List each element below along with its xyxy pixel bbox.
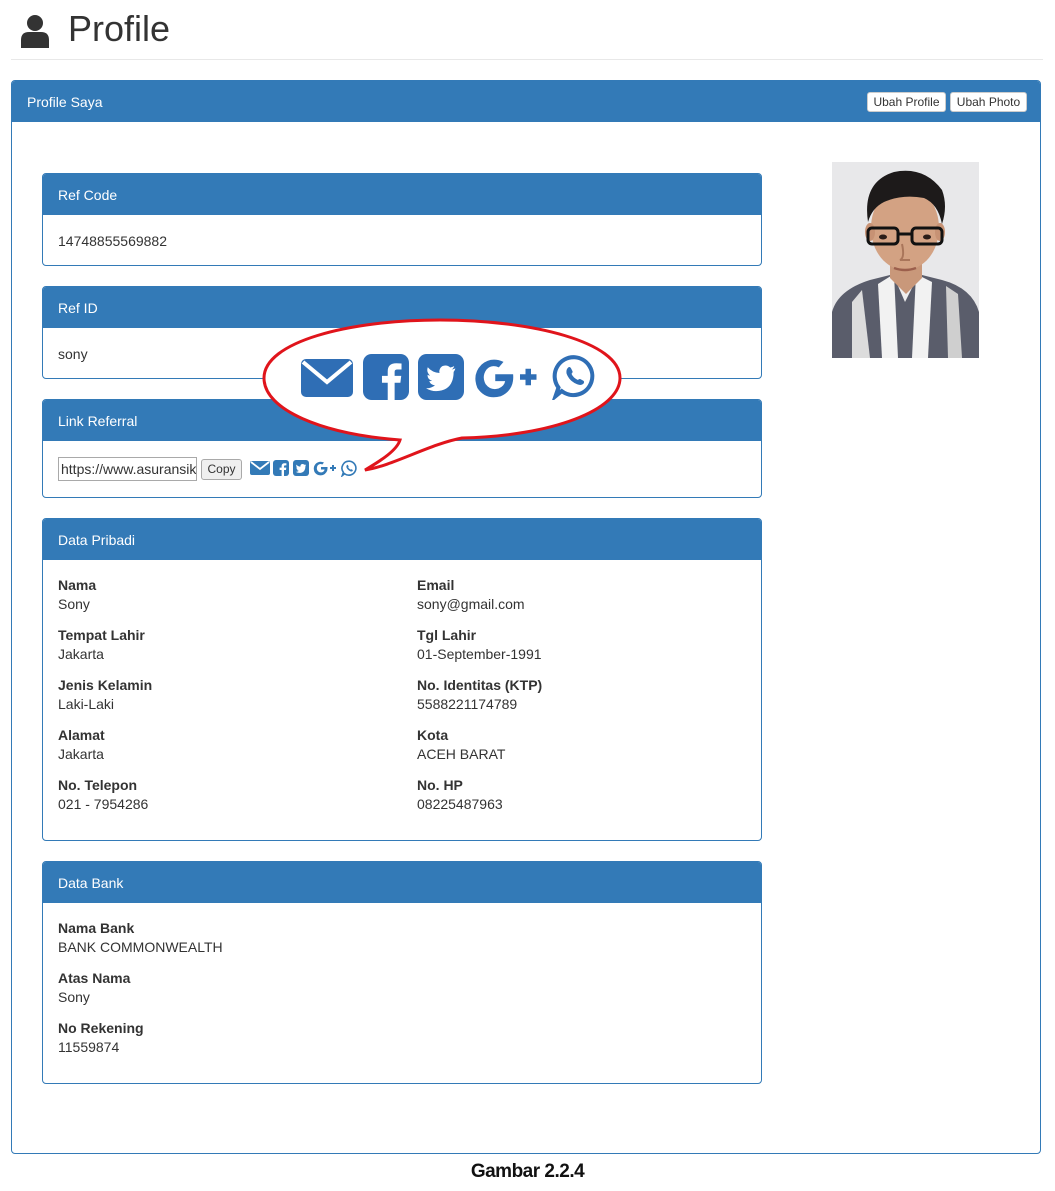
- field-no-identitas: No. Identitas (KTP) 5588221174789: [417, 677, 542, 712]
- field-value: sony@gmail.com: [417, 596, 525, 612]
- profile-panel-title: Profile Saya: [27, 94, 103, 110]
- field-value: Jakarta: [58, 646, 104, 662]
- field-label: Jenis Kelamin: [58, 677, 153, 693]
- field-label: No. Telepon: [58, 777, 138, 793]
- field-value: Sony: [58, 989, 90, 1005]
- field-tempat-lahir: Tempat Lahir Jakarta: [58, 627, 145, 662]
- profile-panel-heading: Profile Saya Ubah Profile Ubah Photo: [12, 81, 1040, 122]
- edit-photo-button[interactable]: Ubah Photo: [950, 92, 1027, 112]
- page-header: Profile: [11, 0, 1043, 60]
- field-label: Email: [417, 577, 455, 593]
- field-no-telepon: No. Telepon 021 - 7954286: [58, 777, 148, 812]
- field-label: No. Identitas (KTP): [417, 677, 543, 693]
- field-label: No. HP: [417, 777, 463, 793]
- data-bank-title: Data Bank: [58, 875, 124, 891]
- field-label: Kota: [417, 727, 449, 743]
- twitter-icon: [418, 354, 464, 400]
- field-value: 5588221174789: [417, 696, 518, 712]
- link-referral-title: Link Referral: [58, 413, 138, 429]
- field-value: 08225487963: [417, 796, 503, 812]
- field-atas-nama: Atas Nama Sony: [58, 970, 130, 1005]
- field-kota: Kota ACEH BARAT: [417, 727, 505, 762]
- field-no-hp: No. HP 08225487963: [417, 777, 503, 812]
- field-jenis-kelamin: Jenis Kelamin Laki-Laki: [58, 677, 152, 712]
- profile-photo-illustration: [832, 162, 979, 358]
- field-label: Nama: [58, 577, 97, 593]
- data-pribadi-heading: Data Pribadi: [43, 519, 761, 560]
- ref-code-value: 14748855569882: [58, 233, 168, 249]
- edit-profile-button[interactable]: Ubah Profile: [867, 92, 946, 112]
- data-pribadi-title: Data Pribadi: [58, 532, 136, 548]
- field-label: Tempat Lahir: [58, 627, 145, 643]
- field-value: 01-September-1991: [417, 646, 542, 662]
- data-bank-panel: Data Bank Nama Bank BANK COMMONWEALTH At…: [42, 861, 762, 1084]
- data-bank-heading: Data Bank: [43, 862, 761, 903]
- referral-link-input[interactable]: https://www.asuransikita: [58, 457, 197, 481]
- profile-photo: [832, 162, 979, 358]
- field-label: Atas Nama: [58, 970, 131, 986]
- ref-code-title: Ref Code: [58, 187, 118, 203]
- field-no-rekening: No Rekening 11559874: [58, 1020, 144, 1055]
- field-email: Email sony@gmail.com: [417, 577, 525, 612]
- ref-id-value: sony: [58, 346, 88, 362]
- facebook-icon: [363, 354, 409, 400]
- field-value: BANK COMMONWEALTH: [58, 939, 223, 955]
- field-value: ACEH BARAT: [417, 746, 506, 762]
- ref-id-title: Ref ID: [58, 300, 98, 316]
- field-value: Laki-Laki: [58, 696, 115, 712]
- field-tgl-lahir: Tgl Lahir 01-September-1991: [417, 627, 542, 662]
- field-alamat: Alamat Jakarta: [58, 727, 105, 762]
- figure-caption: Gambar 2.2.4: [470, 1161, 585, 1182]
- field-value: Sony: [58, 596, 90, 612]
- whatsapp-icon: [552, 355, 595, 400]
- field-value: 11559874: [58, 1039, 120, 1055]
- field-nama-bank: Nama Bank BANK COMMONWEALTH: [58, 920, 223, 955]
- field-label: No Rekening: [58, 1020, 144, 1036]
- page-title: Profile: [68, 8, 171, 49]
- ref-code-heading: Ref Code: [43, 174, 761, 215]
- field-label: Tgl Lahir: [417, 627, 477, 643]
- envelope-icon: [301, 359, 353, 397]
- field-nama: Nama Sony: [58, 577, 96, 612]
- data-pribadi-panel: Data Pribadi Nama Sony Email sony@gmail.…: [42, 518, 762, 841]
- field-label: Alamat: [58, 727, 105, 743]
- copy-button[interactable]: Copy: [201, 459, 242, 480]
- field-value: 021 - 7954286: [58, 796, 149, 812]
- user-icon: [21, 15, 49, 48]
- field-value: Jakarta: [58, 746, 104, 762]
- google-plus-icon: [475, 359, 537, 398]
- share-icons-callout: [262, 318, 622, 474]
- field-label: Nama Bank: [58, 920, 135, 936]
- ref-code-panel: Ref Code 14748855569882: [42, 173, 762, 266]
